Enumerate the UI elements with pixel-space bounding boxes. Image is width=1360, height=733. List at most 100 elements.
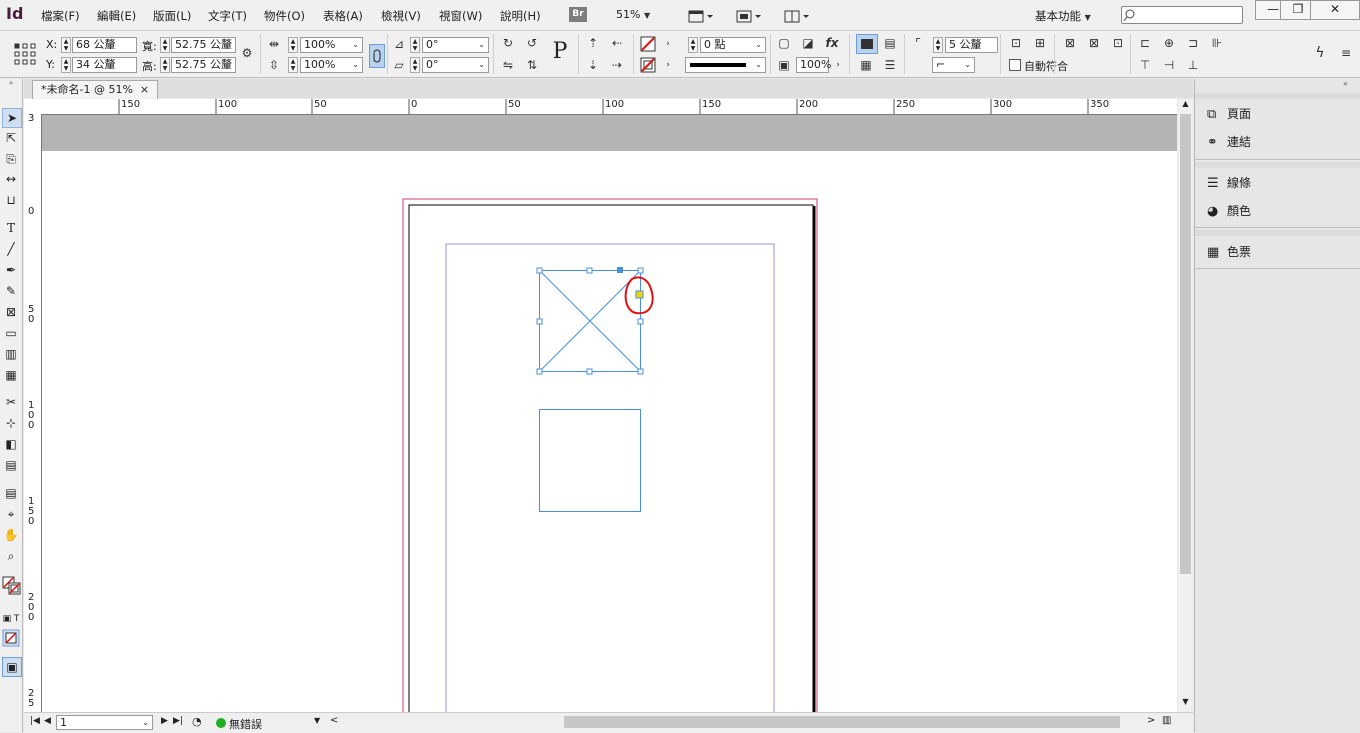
- gap-tool-icon[interactable]: ↔: [2, 170, 20, 188]
- panel-grip[interactable]: [1195, 230, 1360, 236]
- screen-mode-icon[interactable]: [734, 6, 764, 26]
- first-page-icon[interactable]: |◀: [30, 716, 40, 726]
- zoom-level[interactable]: 51% ▼: [616, 8, 650, 21]
- collapse-tools-icon[interactable]: »: [0, 79, 22, 87]
- drop-shadow-icon[interactable]: ▢: [776, 35, 792, 51]
- panel-grip[interactable]: [1195, 93, 1360, 99]
- select-container-icon[interactable]: ⇡: [585, 35, 601, 51]
- gradient-feather-tool-icon[interactable]: ▤: [2, 456, 20, 474]
- stroke-align-center-button[interactable]: [856, 34, 878, 54]
- panel-menu-icon[interactable]: ≡: [1338, 45, 1354, 61]
- menu-layout[interactable]: 版面(L): [153, 8, 191, 24]
- menu-window[interactable]: 視窗(W): [439, 8, 482, 24]
- scissors-tool-icon[interactable]: ✂: [2, 393, 20, 411]
- corner-size-stepper[interactable]: ▲ ▼: [933, 37, 943, 53]
- scrollbar-thumb[interactable]: [1180, 114, 1191, 574]
- fill-proportionally-icon[interactable]: ⊠: [1086, 35, 1102, 51]
- panel-pages[interactable]: ⧉ 頁面: [1207, 103, 1251, 125]
- fx-icon[interactable]: fx: [824, 35, 840, 51]
- stroke-weight-field[interactable]: 0 點 ⌄: [700, 37, 766, 53]
- flip-vertical-icon[interactable]: ⇅: [524, 57, 540, 73]
- x-stepper[interactable]: ▲ ▼: [61, 37, 71, 53]
- opacity-chevron-icon[interactable]: ›: [830, 57, 846, 73]
- note-tool-icon[interactable]: ▤: [2, 484, 20, 502]
- preflight-menu-icon[interactable]: ▼: [314, 716, 320, 725]
- corner-size-field[interactable]: 5 公釐: [945, 37, 998, 53]
- selection-tool-icon[interactable]: ➤: [2, 108, 22, 128]
- stroke-align-outside-icon[interactable]: ▦: [858, 57, 874, 73]
- align-horizontal-centers-icon[interactable]: ⊕: [1161, 35, 1177, 51]
- horizontal-scrollbar-thumb[interactable]: [564, 716, 1120, 728]
- distribute-menu-icon[interactable]: ⊪: [1209, 35, 1225, 51]
- rectangle-frame-tool-icon[interactable]: ⊠: [2, 303, 20, 321]
- effects-shadow-icon[interactable]: ◪: [800, 35, 816, 51]
- opacity-field[interactable]: 100%: [796, 57, 831, 73]
- menu-help[interactable]: 說明(H): [500, 8, 541, 24]
- vertical-scrollbar[interactable]: ▲ ▼: [1178, 99, 1193, 712]
- rotate-ccw-icon[interactable]: ↺: [524, 35, 540, 51]
- content-collector-icon[interactable]: ⊔: [2, 191, 20, 209]
- select-previous-icon[interactable]: ⇠: [609, 35, 625, 51]
- stroke-none-icon[interactable]: [640, 57, 656, 76]
- line-tool-icon[interactable]: ╱: [2, 240, 20, 258]
- workspace-switcher[interactable]: 基本功能 ▼: [1035, 8, 1091, 24]
- previous-page-icon[interactable]: ◀: [44, 716, 51, 726]
- pencil-tool-icon[interactable]: ✎: [2, 282, 20, 300]
- normal-view-mode-icon[interactable]: ▣: [2, 657, 22, 677]
- arrange-documents-icon[interactable]: [782, 6, 812, 26]
- frame-edge-handle[interactable]: [617, 267, 623, 273]
- eyedropper-tool-icon[interactable]: ⌖: [2, 505, 20, 523]
- scroll-right-icon[interactable]: >: [1147, 715, 1155, 726]
- ruler-origin[interactable]: [24, 99, 43, 115]
- close-tab-icon[interactable]: ×: [140, 83, 149, 96]
- view-options-icon[interactable]: [686, 6, 716, 26]
- flip-horizontal-icon[interactable]: ⇋: [500, 57, 516, 73]
- panel-grip[interactable]: [1195, 162, 1360, 168]
- direct-selection-tool-icon[interactable]: ⇱: [2, 129, 20, 147]
- y-stepper[interactable]: ▲ ▼: [61, 57, 71, 73]
- rotate-stepper[interactable]: ▲ ▼: [410, 37, 420, 53]
- panel-stroke[interactable]: ☰ 線條: [1207, 172, 1251, 194]
- text-frame-p-icon[interactable]: P: [547, 39, 573, 69]
- corner-shape-dropdown[interactable]: ⌐ ⌄: [932, 57, 975, 73]
- search-input[interactable]: [1121, 6, 1243, 24]
- menu-view[interactable]: 檢視(V): [381, 8, 421, 24]
- scroll-up-icon[interactable]: ▲: [1179, 99, 1192, 113]
- align-top-edges-icon[interactable]: ⊤: [1137, 57, 1153, 73]
- apply-none-icon[interactable]: [2, 629, 20, 650]
- height-field[interactable]: 52.75 公釐: [171, 57, 236, 73]
- panel-links[interactable]: ⚭ 連結: [1207, 131, 1251, 153]
- fill-none-icon[interactable]: [640, 36, 656, 55]
- quick-apply-lightning-icon[interactable]: ϟ: [1312, 45, 1328, 61]
- center-content-icon[interactable]: ⊡: [1110, 35, 1126, 51]
- close-window-button[interactable]: ✕: [1310, 0, 1360, 20]
- hand-tool-icon[interactable]: ✋: [2, 526, 20, 544]
- page-number-field[interactable]: 1 ⌄: [56, 715, 153, 730]
- collapse-panels-icon[interactable]: «: [1343, 79, 1348, 88]
- width-stepper[interactable]: ▲ ▼: [160, 37, 170, 53]
- next-page-icon[interactable]: ▶: [161, 716, 168, 726]
- panel-color[interactable]: ◕ 顏色: [1207, 200, 1251, 222]
- align-left-edges-icon[interactable]: ⊏: [1137, 35, 1153, 51]
- rotate-field[interactable]: 0° ⌄: [422, 37, 489, 53]
- split-window-icon[interactable]: ▥: [1162, 715, 1171, 726]
- select-content-icon[interactable]: ⇣: [585, 57, 601, 73]
- y-field[interactable]: 34 公釐: [72, 57, 137, 73]
- type-tool-icon[interactable]: T: [2, 219, 20, 237]
- zoom-tool-icon[interactable]: ⌕: [2, 547, 20, 565]
- stroke-chevron-icon[interactable]: ›: [660, 57, 676, 73]
- gradient-swatch-tool-icon[interactable]: ◧: [2, 435, 20, 453]
- scale-y-field[interactable]: 100% ⌄: [300, 57, 363, 73]
- panel-swatches[interactable]: ▦ 色票: [1207, 241, 1251, 263]
- menu-file[interactable]: 檔案(F): [41, 8, 80, 24]
- scroll-left-icon[interactable]: <: [330, 715, 338, 726]
- scroll-down-icon[interactable]: ▼: [1179, 697, 1192, 711]
- select-next-icon[interactable]: ⇢: [609, 57, 625, 73]
- auto-fit-checkbox[interactable]: [1009, 59, 1021, 71]
- vertical-grid-tool-icon[interactable]: ▦: [2, 366, 20, 384]
- x-field[interactable]: 68 公釐: [72, 37, 137, 53]
- scale-x-stepper[interactable]: ▲ ▼: [288, 37, 298, 53]
- corner-options-icon[interactable]: ⌜: [910, 35, 926, 51]
- menu-edit[interactable]: 編輯(E): [97, 8, 136, 24]
- last-page-icon[interactable]: ▶|: [173, 716, 183, 726]
